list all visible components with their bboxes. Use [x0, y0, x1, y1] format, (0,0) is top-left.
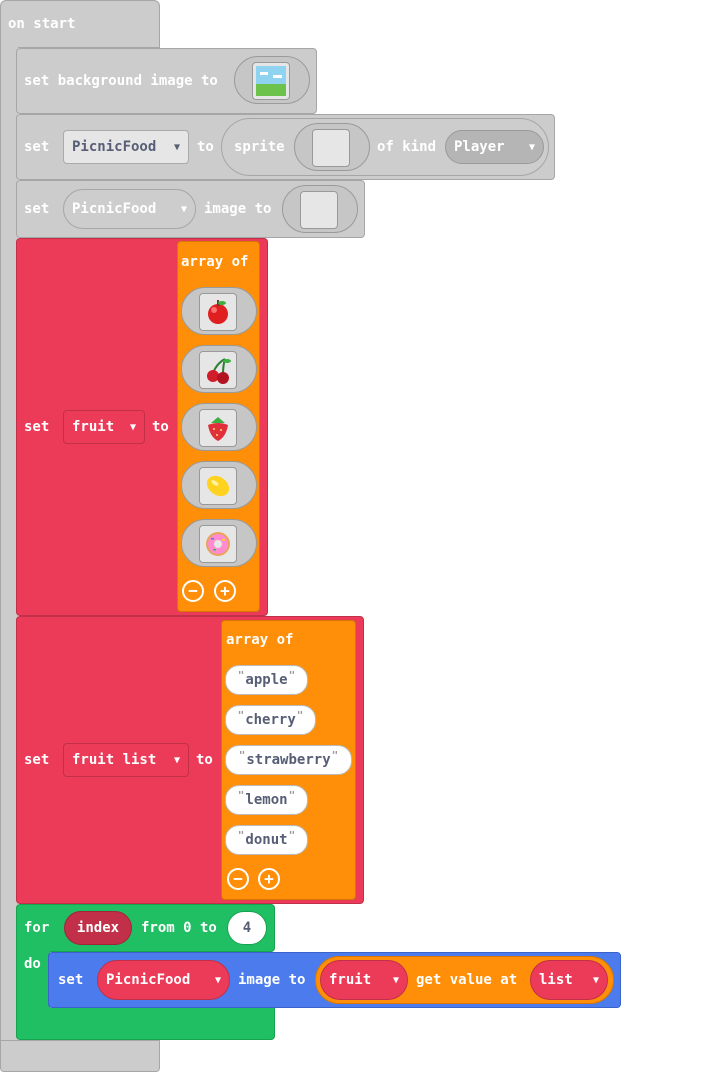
fruit-var-dropdown[interactable]: fruit ▼	[63, 410, 145, 444]
array-image-slot[interactable]	[181, 345, 257, 393]
var-name: list	[539, 972, 573, 988]
chevron-down-icon: ▼	[129, 421, 136, 433]
to-label: to	[197, 139, 214, 155]
var-name: fruit list	[72, 752, 157, 768]
string-item[interactable]: " apple "	[225, 665, 308, 695]
chevron-down-icon: ▼	[592, 974, 599, 986]
list-index-dropdown[interactable]: list ▼	[530, 960, 608, 1000]
on-start-footer	[0, 1040, 160, 1072]
remove-item-button[interactable]: −	[227, 868, 249, 890]
lemon-icon	[199, 467, 237, 505]
of-kind-label: of kind	[377, 139, 437, 155]
index-var-reporter[interactable]: index	[64, 911, 132, 945]
on-start-label: on start	[8, 16, 76, 32]
image-to-label: image to	[204, 201, 272, 217]
set-background-label: set background image to	[24, 73, 218, 89]
sprite-image-field[interactable]	[294, 123, 370, 171]
chevron-down-icon: ▼	[173, 141, 180, 153]
background-image-field[interactable]	[234, 56, 310, 104]
array-image-slot[interactable]	[181, 287, 257, 335]
cherry-icon	[199, 351, 237, 389]
apple-icon	[199, 293, 237, 331]
to-label: to	[196, 752, 213, 768]
strawberry-icon	[199, 409, 237, 447]
set-label: set	[24, 752, 50, 768]
fruit-array-dropdown[interactable]: fruit ▼	[320, 960, 408, 1000]
var-name: fruit	[72, 419, 115, 435]
fruit-list-var-dropdown[interactable]: fruit list ▼	[63, 743, 189, 777]
string-item[interactable]: " lemon "	[225, 785, 308, 815]
set-label: set	[24, 201, 50, 217]
for-loop-footer	[16, 1008, 275, 1040]
chevron-down-icon: ▼	[528, 141, 535, 153]
image-field[interactable]	[282, 185, 358, 233]
kind-dropdown[interactable]: Player ▼	[445, 130, 544, 164]
set-label: set	[58, 972, 84, 988]
chevron-down-icon: ▼	[214, 974, 221, 986]
var-name: fruit	[329, 972, 372, 988]
string-item[interactable]: " strawberry "	[225, 745, 352, 775]
chevron-down-icon: ▼	[180, 203, 187, 215]
picnicfood-var-dropdown[interactable]: PicnicFood ▼	[97, 960, 230, 1000]
landscape-icon	[252, 62, 290, 100]
string-item[interactable]: " cherry "	[225, 705, 316, 735]
set-label: set	[24, 419, 50, 435]
do-label: do	[24, 956, 41, 972]
array-image-slot[interactable]	[181, 519, 257, 567]
donut-icon	[199, 525, 237, 563]
image-to-label: image to	[238, 972, 306, 988]
var-name: PicnicFood	[106, 972, 191, 988]
var-name: PicnicFood	[72, 201, 157, 217]
blank-image-icon	[300, 191, 338, 229]
for-label: for	[24, 920, 50, 936]
var-name: PicnicFood	[72, 139, 157, 155]
from-to-label: from 0 to	[141, 920, 217, 936]
chevron-down-icon: ▼	[173, 754, 180, 766]
string-item[interactable]: " donut "	[225, 825, 308, 855]
to-label: to	[152, 419, 169, 435]
remove-item-button[interactable]: −	[182, 580, 204, 602]
blank-image-icon	[312, 129, 350, 167]
picnicfood-var-dropdown[interactable]: PicnicFood ▼	[63, 189, 196, 229]
add-item-button[interactable]: +	[258, 868, 280, 890]
set-label: set	[24, 139, 50, 155]
picnicfood-var-dropdown[interactable]: PicnicFood ▼	[63, 130, 189, 164]
array-image-slot[interactable]	[181, 403, 257, 451]
array-of-label: array of	[226, 632, 294, 648]
get-value-at-label: get value at	[416, 972, 518, 988]
array-image-slot[interactable]	[181, 461, 257, 509]
kind-name: Player	[454, 139, 505, 155]
chevron-down-icon: ▼	[392, 974, 399, 986]
array-of-label: array of	[181, 254, 249, 270]
add-item-button[interactable]: +	[214, 580, 236, 602]
to-value-input[interactable]: 4	[227, 911, 267, 945]
sprite-label: sprite	[234, 139, 285, 155]
